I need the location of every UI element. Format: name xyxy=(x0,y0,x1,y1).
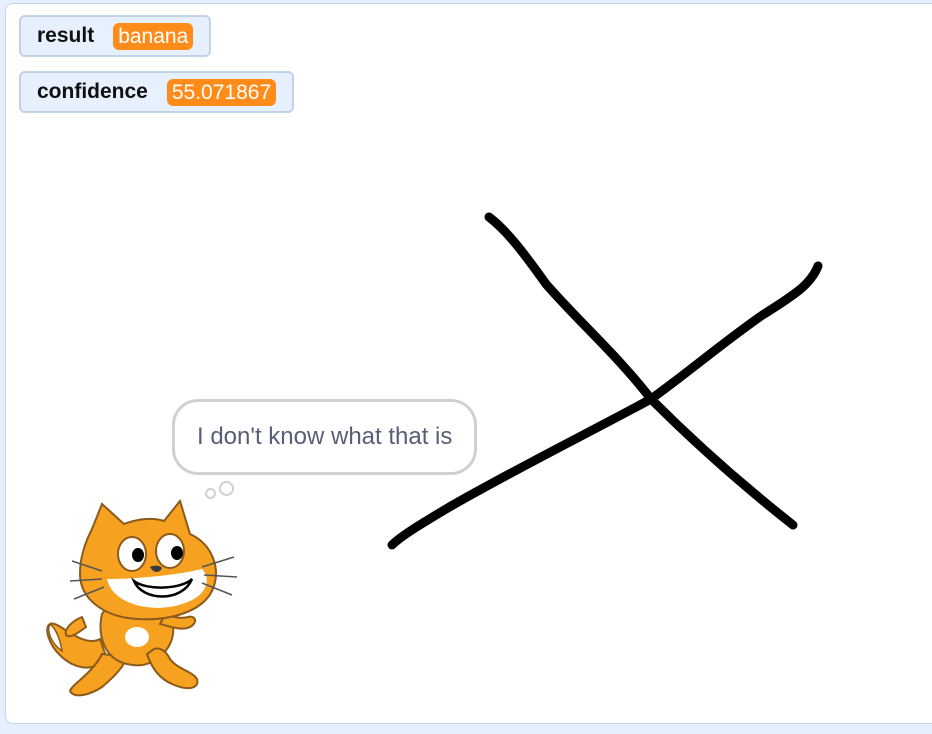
stage[interactable]: result banana confidence 55.071867 I don… xyxy=(5,3,932,724)
cat-front-leg xyxy=(145,647,199,690)
cat-sprite[interactable] xyxy=(42,499,242,704)
thought-dot-large xyxy=(219,481,234,496)
drawn-stroke-1 xyxy=(484,212,798,530)
thought-dot-small xyxy=(205,488,216,499)
speech-bubble-text: I don't know what that is xyxy=(197,423,453,450)
speech-bubble: I don't know what that is xyxy=(172,399,478,475)
